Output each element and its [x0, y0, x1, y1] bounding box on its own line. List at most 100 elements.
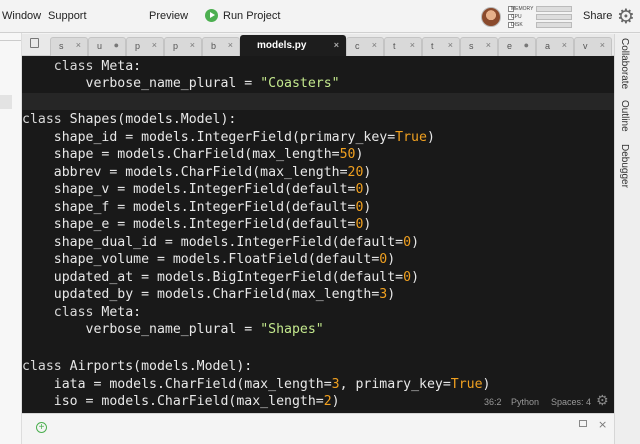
code-token: updated_at = models.BigIntegerField(defa… — [22, 269, 404, 285]
code-token: 50 — [339, 147, 356, 162]
code-line[interactable]: class Meta: — [22, 304, 614, 322]
code-token: Airports(models.Model): — [69, 359, 253, 374]
code-token: shape_volume = models.FloatField(default… — [22, 252, 380, 267]
outline-tab[interactable]: Outline — [619, 100, 630, 132]
code-token: Meta: — [101, 304, 142, 320]
close-icon[interactable]: × — [228, 40, 233, 50]
close-panel-icon[interactable]: × — [598, 418, 607, 431]
file-tree-item[interactable] — [0, 95, 12, 109]
tab-file[interactable]: p × — [126, 37, 164, 56]
tab-file[interactable]: e ● — [498, 37, 536, 56]
code-line[interactable]: shape_e = models.IntegerField(default=0) — [22, 216, 614, 234]
code-token: class — [22, 359, 70, 374]
run-icon[interactable] — [205, 9, 218, 22]
tab-file[interactable]: u ● — [88, 37, 126, 56]
tab-menu-icon[interactable] — [30, 38, 39, 48]
code-line[interactable]: verbose_name_plural = "Coasters" — [22, 75, 614, 93]
collaborate-tab[interactable]: Collaborate — [619, 38, 630, 89]
avatar[interactable] — [481, 7, 501, 27]
code-token: ) — [387, 252, 396, 267]
code-token: ) — [355, 147, 364, 162]
close-icon[interactable]: × — [76, 40, 81, 50]
code-line[interactable]: class Airports(models.Model): — [22, 358, 614, 376]
tab-file[interactable]: b × — [202, 37, 240, 56]
close-icon[interactable]: × — [152, 40, 157, 50]
code-token: iata = models.CharField(max_length= — [22, 376, 332, 392]
code-token: ) — [411, 234, 420, 250]
code-line[interactable]: updated_by = models.CharField(max_length… — [22, 286, 614, 304]
menu-support[interactable]: Support — [48, 10, 87, 22]
code-token: shape_e = models.IntegerField(default= — [22, 217, 356, 232]
tab-file[interactable]: t × — [384, 37, 422, 56]
menu-window[interactable]: Window — [2, 10, 41, 22]
close-icon[interactable]: × — [486, 40, 491, 50]
code-editor[interactable]: class Meta: verbose_name_plural = "Coast… — [22, 56, 614, 413]
divider — [0, 40, 21, 41]
close-icon[interactable]: × — [334, 40, 339, 50]
code-line[interactable]: verbose_name_plural = "Shapes" — [22, 321, 614, 339]
menu-bar: Window Support Preview Run Project MEMOR… — [0, 0, 640, 33]
code-token: ) — [363, 217, 372, 232]
right-sidebar: Collaborate Outline Debugger — [614, 34, 640, 444]
code-token: verbose_name_plural = — [22, 76, 261, 91]
language-mode[interactable]: Python — [511, 397, 539, 407]
code-line[interactable]: shape_id = models.IntegerField(primary_k… — [22, 129, 614, 147]
close-icon[interactable]: × — [448, 40, 453, 50]
code-line[interactable]: class Meta: — [22, 58, 614, 76]
cpu-label: CPU — [511, 14, 522, 20]
close-icon[interactable]: × — [372, 40, 377, 50]
code-token: class — [22, 304, 102, 320]
run-project-button[interactable]: Run Project — [223, 10, 280, 22]
tab-file[interactable]: t × — [422, 37, 460, 56]
code-line[interactable]: shape_v = models.IntegerField(default=0) — [22, 181, 614, 199]
code-token: 20 — [347, 164, 364, 180]
indent-setting[interactable]: Spaces: 4 — [551, 397, 591, 407]
code-line[interactable]: shape_f = models.IntegerField(default=0) — [22, 199, 614, 217]
code-token: True — [395, 129, 427, 145]
tab-models-py[interactable]: models.py × — [240, 35, 346, 56]
close-icon[interactable]: × — [410, 40, 415, 50]
code-token: verbose_name_plural = — [22, 322, 261, 337]
code-line[interactable]: shape = models.CharField(max_length=50) — [22, 146, 614, 164]
tab-file[interactable]: c × — [346, 37, 384, 56]
code-token: "Shapes" — [260, 322, 324, 337]
code-token: ) — [363, 182, 372, 197]
share-button[interactable]: Share — [583, 10, 612, 22]
tab-file[interactable]: p × — [164, 37, 202, 56]
tab-file[interactable]: s × — [460, 37, 498, 56]
code-line[interactable]: shape_volume = models.FloatField(default… — [22, 251, 614, 269]
code-token: ) — [411, 269, 420, 285]
gear-icon[interactable]: ⚙ — [617, 4, 635, 28]
restore-icon[interactable] — [579, 420, 587, 427]
tab-file[interactable]: a × — [536, 37, 574, 56]
tab-file[interactable]: v × — [574, 37, 612, 56]
unsaved-dot-icon[interactable]: ● — [524, 40, 529, 50]
cursor-position[interactable]: 36:2 — [484, 397, 502, 407]
unsaved-dot-icon[interactable]: ● — [114, 40, 119, 50]
code-line[interactable]: updated_at = models.BigIntegerField(defa… — [22, 269, 614, 287]
code-token: ) — [363, 199, 372, 215]
tab-file[interactable]: s × — [50, 37, 88, 56]
code-token: "Coasters" — [260, 76, 340, 91]
close-icon[interactable]: × — [562, 40, 567, 50]
code-line[interactable] — [22, 92, 614, 110]
cpu-bar — [536, 14, 572, 20]
code-line[interactable]: abbrev = models.CharField(max_length=20) — [22, 164, 614, 182]
add-terminal-plus-icon[interactable]: + — [36, 422, 47, 433]
close-icon[interactable]: × — [600, 40, 605, 50]
code-token: , primary_key= — [339, 376, 451, 392]
code-token: ) — [387, 287, 396, 302]
code-token: ) — [482, 376, 491, 392]
code-line[interactable]: class Shapes(models.Model): — [22, 111, 614, 129]
debugger-tab[interactable]: Debugger — [619, 144, 630, 188]
code-token: 3 — [331, 376, 340, 392]
bottom-panel: + × — [22, 413, 614, 444]
close-icon[interactable]: × — [190, 40, 195, 50]
memory-label: MEMORY — [511, 6, 534, 12]
editor-settings-gear-icon[interactable]: ⚙ — [596, 393, 609, 409]
code-token: abbrev = models.CharField(max_length= — [22, 164, 348, 180]
code-line[interactable]: shape_dual_id = models.IntegerField(defa… — [22, 234, 614, 252]
code-token: class — [22, 58, 102, 74]
preview-button[interactable]: Preview — [149, 10, 188, 22]
code-line[interactable] — [22, 339, 614, 357]
